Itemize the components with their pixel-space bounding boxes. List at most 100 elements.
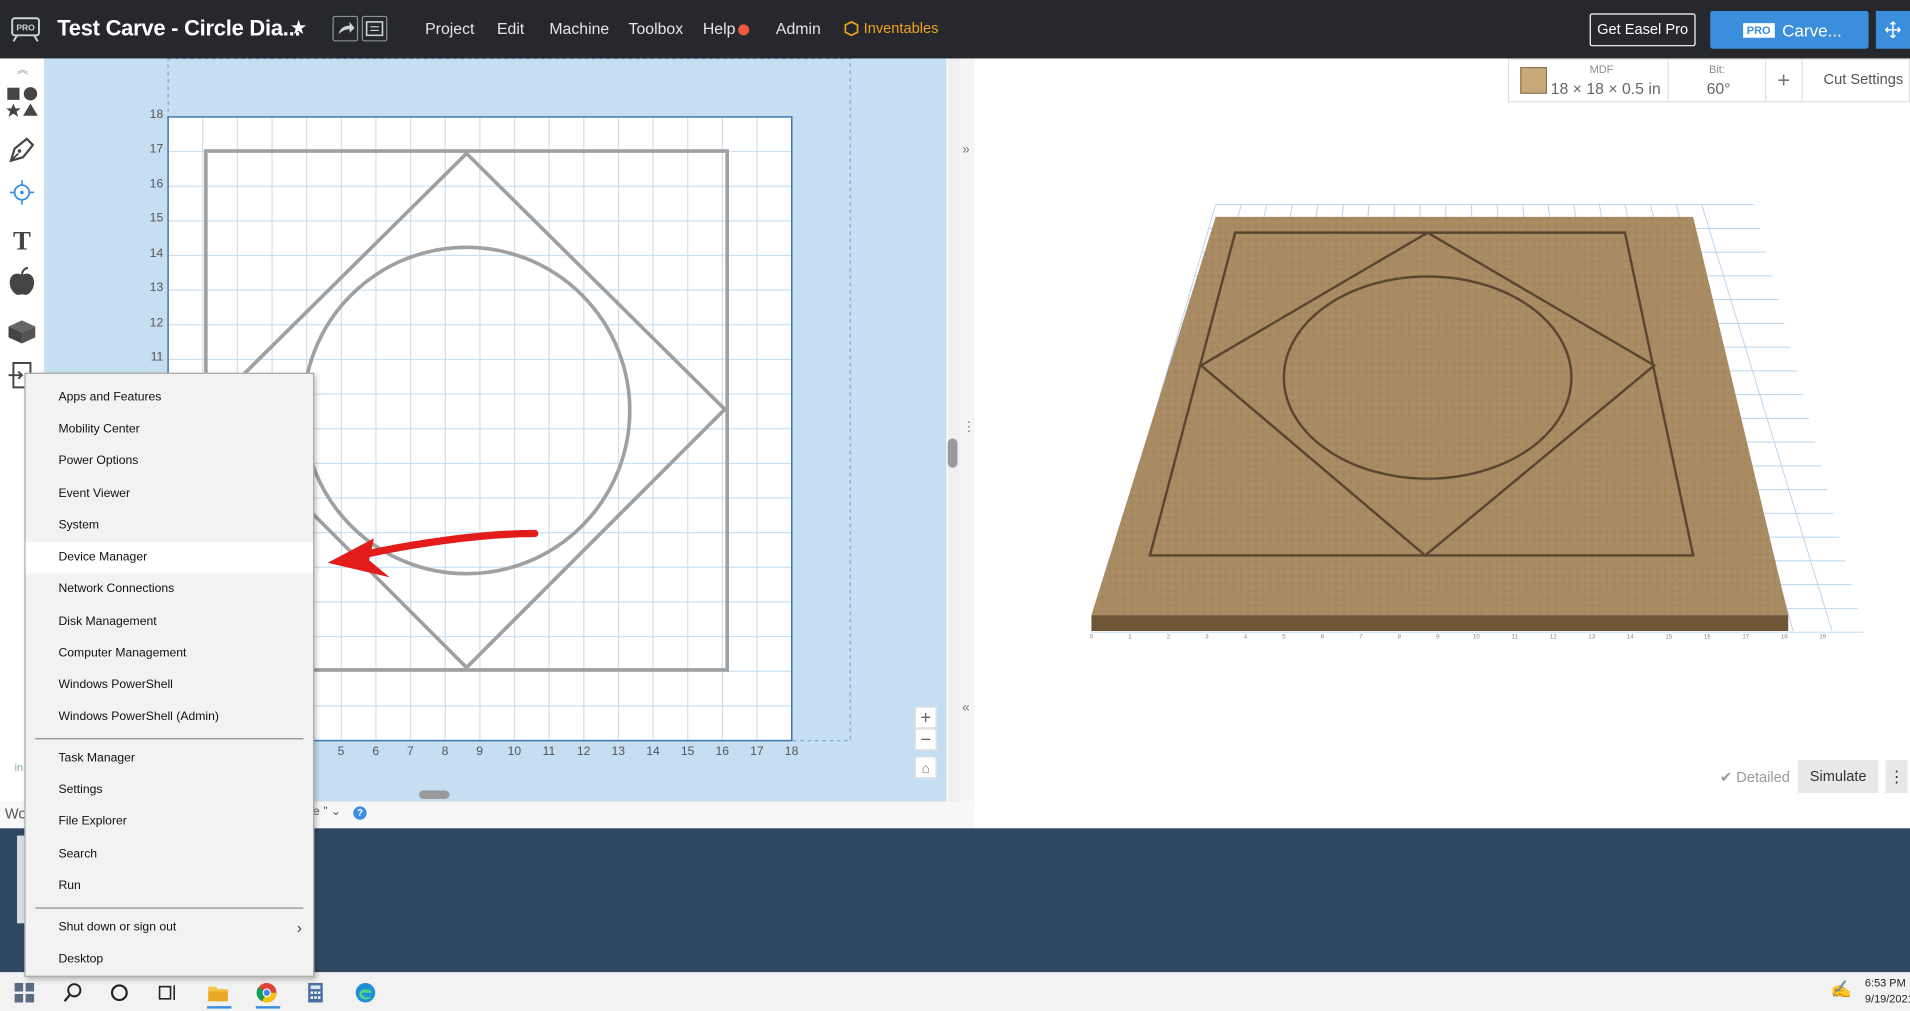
x-tick-label: 18 [784, 745, 799, 759]
calculator-icon[interactable] [305, 982, 327, 1004]
menu-item-settings[interactable]: Settings [26, 775, 313, 807]
material-size[interactable]: 18 × 18 × 0.5 in [1551, 79, 1661, 97]
menu-admin[interactable]: Admin [776, 19, 821, 37]
y-tick-label: 13 [149, 281, 164, 296]
menu-item-desktop[interactable]: Desktop [26, 944, 313, 976]
fullscreen-button[interactable] [1875, 10, 1910, 49]
x-tick-label: 10 [507, 745, 522, 759]
expand-left-chevron-icon[interactable]: « [962, 700, 969, 715]
shapes-icon[interactable] [6, 85, 38, 117]
menu-item-disk-management[interactable]: Disk Management [26, 607, 313, 639]
menu-machine[interactable]: Machine [549, 19, 609, 37]
collapse-chevron-icon[interactable]: ︽ [17, 61, 28, 77]
easel-logo-icon[interactable]: PRO [10, 16, 42, 43]
x-tick-label: 8 [441, 745, 449, 759]
settings-divider [1765, 59, 1767, 102]
inventables-link[interactable]: Inventables [864, 19, 939, 36]
chrome-icon[interactable] [256, 982, 278, 1004]
menu-item-power-options[interactable]: Power Options [26, 446, 313, 478]
task-view-icon[interactable] [157, 982, 179, 1004]
menu-separator [35, 907, 304, 909]
menu-item-file-explorer[interactable]: File Explorer [26, 806, 313, 838]
menu-item-windows-powershell-admin[interactable]: Windows PowerShell (Admin) [26, 702, 313, 734]
drag-handle-icon[interactable]: ⋮ [962, 419, 975, 435]
apple-icon[interactable] [6, 266, 38, 298]
target-point-icon[interactable] [6, 177, 38, 209]
x-tick-label: 6 [372, 745, 380, 759]
menu-item-search[interactable]: Search [26, 839, 313, 871]
menu-item-shut-down-label: Shut down or sign out [58, 920, 177, 935]
notes-icon[interactable] [361, 15, 388, 42]
pen-tool-icon[interactable] [6, 134, 38, 166]
y-tick-label: 12 [149, 316, 164, 330]
menu-item-computer-management[interactable]: Computer Management [26, 638, 313, 670]
x-tick-label: 7 [406, 745, 414, 759]
menu-item-windows-powershell[interactable]: Windows PowerShell [26, 670, 313, 702]
menu-item-task-manager[interactable]: Task Manager [26, 743, 313, 775]
cortana-icon[interactable] [108, 982, 130, 1004]
menu-item-event-viewer[interactable]: Event Viewer [26, 479, 313, 511]
y-tick-label: 16 [149, 177, 164, 192]
clock-time: 6:53 PM [1864, 976, 1906, 990]
x-tick-label: 12 [576, 745, 591, 759]
simulate-button[interactable]: Simulate [1797, 760, 1879, 793]
more-options-button[interactable]: ⋮ [1885, 760, 1908, 793]
menu-item-device-manager[interactable]: Device Manager [25, 542, 314, 574]
menu-item-shut-down[interactable]: Shut down or sign out › [26, 912, 313, 944]
project-title[interactable]: Test Carve - Circle Dia... [57, 16, 300, 42]
workpiece-name[interactable]: e " ⌄ [313, 805, 341, 818]
clock[interactable]: 6:53 PM 9/19/2021 [1865, 976, 1910, 1008]
favorite-star-icon[interactable]: ★ [290, 16, 307, 40]
zoom-in-button[interactable]: + [914, 706, 937, 729]
carve-button[interactable]: PRO Carve... [1710, 10, 1869, 49]
expand-right-chevron-icon[interactable]: » [962, 143, 969, 158]
share-icon[interactable] [332, 15, 359, 42]
detailed-toggle[interactable]: ✔ Detailed [1720, 769, 1790, 786]
y-tick-label: 17 [149, 143, 164, 157]
chevron-right-icon: › [296, 918, 303, 937]
menu-item-run[interactable]: Run [26, 871, 313, 903]
menu-edit[interactable]: Edit [497, 19, 524, 37]
preview-x-tick-label: 3 [1205, 633, 1209, 641]
pen-icon[interactable]: ✍ [1831, 979, 1852, 1000]
bit-value[interactable]: 60° [1707, 79, 1731, 97]
inventables-hex-icon [844, 20, 859, 37]
x-tick-label: 11 [542, 745, 556, 759]
canvas-scrollbar[interactable] [947, 58, 960, 802]
menu-project[interactable]: Project [425, 19, 474, 37]
preview-x-tick-label: 13 [1588, 633, 1596, 641]
menu-item-system[interactable]: System [26, 510, 313, 542]
canvas-scroll-thumb-vertical[interactable] [947, 438, 958, 468]
menu-item-mobility-center[interactable]: Mobility Center [26, 414, 313, 446]
workpiece-label[interactable]: Wo [5, 805, 27, 822]
get-easel-pro-button[interactable]: Get Easel Pro [1589, 13, 1696, 47]
x-tick-label: 13 [611, 745, 626, 759]
units-label: in [14, 761, 24, 774]
preview-x-tick-label: 18 [1780, 633, 1788, 641]
canvas-scroll-thumb-horizontal[interactable] [419, 790, 450, 800]
windows-start-icon[interactable] [13, 982, 35, 1004]
cut-settings-button[interactable]: Cut Settings [1824, 71, 1904, 88]
x-tick-label: 9 [476, 745, 484, 759]
add-bit-button[interactable]: + [1777, 68, 1790, 94]
menu-item-apps-and-features[interactable]: Apps and Features [26, 382, 313, 414]
home-icon[interactable]: ⌂ [914, 756, 937, 779]
material-swatch[interactable] [1520, 66, 1547, 94]
menu-help[interactable]: Help [703, 19, 736, 37]
preview-x-tick-label: 0 [1089, 633, 1094, 641]
help-icon[interactable]: ? [353, 806, 367, 820]
menu-item-network-connections[interactable]: Network Connections [26, 574, 313, 606]
svg-text:PRO: PRO [16, 22, 35, 32]
x-tick-label: 15 [680, 745, 695, 759]
search-icon[interactable] [62, 982, 84, 1004]
text-tool-icon[interactable]: T [6, 223, 38, 255]
menu-toolbox[interactable]: Toolbox [629, 19, 684, 37]
pro-badge: PRO [1743, 23, 1775, 38]
preview-x-tick-label: 9 [1436, 633, 1440, 641]
zoom-out-button[interactable]: − [914, 728, 937, 751]
preview-x-tick-label: 11 [1511, 633, 1518, 641]
apps-box-icon[interactable] [6, 314, 38, 346]
edge-icon[interactable] [354, 982, 376, 1004]
x-tick-label: 16 [715, 745, 730, 759]
file-explorer-icon[interactable] [207, 982, 229, 1004]
